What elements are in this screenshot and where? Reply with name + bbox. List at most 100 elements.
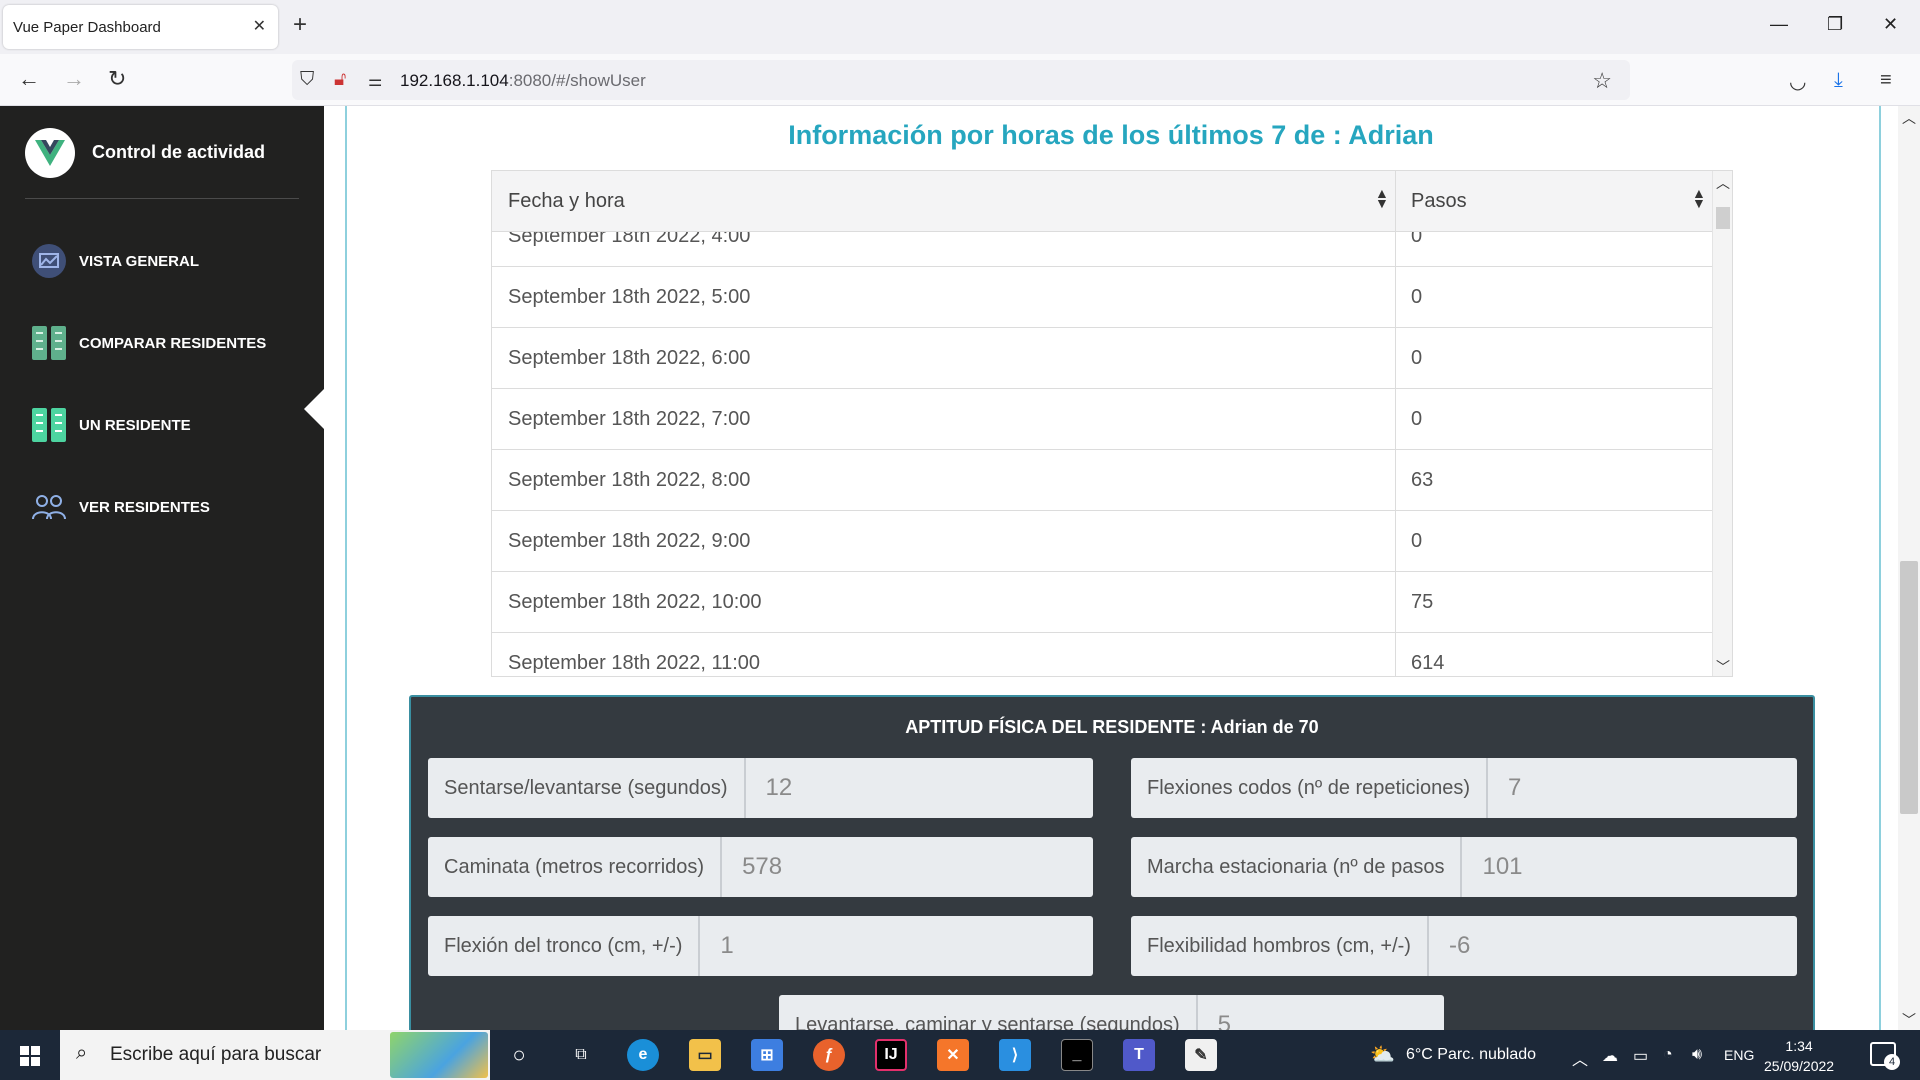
field-value[interactable]: 578 xyxy=(722,837,1093,897)
task-view-icon[interactable]: ⧉ xyxy=(565,1039,597,1071)
scroll-up-icon[interactable]: ︿ xyxy=(1902,108,1916,128)
weather-icon[interactable]: ⛅ xyxy=(1370,1042,1395,1067)
card-border-right xyxy=(1879,106,1881,1030)
browser-tab-bar: Vue Paper Dashboard ✕ + — ❐ ✕ xyxy=(0,0,1920,54)
back-icon[interactable]: ← xyxy=(18,67,40,91)
volume-icon[interactable]: 🔊︎ xyxy=(1692,1046,1702,1064)
scroll-down-icon[interactable]: ﹀ xyxy=(1902,1010,1916,1030)
forward-icon[interactable]: → xyxy=(63,67,85,91)
table-row: September 18th 2022, 5:00 0 xyxy=(492,267,1714,328)
close-window-icon[interactable]: ✕ xyxy=(1883,14,1898,35)
url-text[interactable]: 192.168.1.104:8080/#/showUser xyxy=(400,71,646,91)
minimize-icon[interactable]: — xyxy=(1770,14,1788,35)
file-explorer-icon[interactable]: ▭ xyxy=(689,1039,721,1071)
cell-steps: 63 xyxy=(1411,469,1434,491)
cell-datetime: September 18th 2022, 9:00 xyxy=(508,530,751,552)
download-icon[interactable]: ⤓ xyxy=(1834,69,1843,92)
hourly-steps-table[interactable]: September 18th 2022, 4:00 0 September 18… xyxy=(491,170,1733,677)
bookmark-star-icon[interactable]: ☆ xyxy=(1592,68,1612,94)
scroll-down-icon[interactable]: ﹀ xyxy=(1716,657,1730,676)
sidebar-item-vista-general[interactable]: VISTA GENERAL xyxy=(30,241,199,281)
column-header-steps[interactable]: Pasos xyxy=(1411,190,1467,213)
clock-date: 25/09/2022 xyxy=(1764,1058,1835,1074)
brand-title[interactable]: Control de actividad xyxy=(92,142,265,163)
sidebar-item-comparar-residentes[interactable]: COMPARAR RESIDENTES xyxy=(30,323,266,363)
wifi-icon[interactable]: ◔ xyxy=(1663,1046,1673,1064)
store-icon[interactable]: ⊞ xyxy=(751,1039,783,1071)
cell-steps: 614 xyxy=(1411,652,1445,674)
permissions-icon[interactable]: ⚌ xyxy=(368,71,382,91)
field-value[interactable]: 12 xyxy=(745,758,1093,818)
restore-icon[interactable]: ❐ xyxy=(1827,14,1843,35)
url-host: 192.168.1.104 xyxy=(400,71,509,90)
scroll-thumb[interactable] xyxy=(1716,207,1730,229)
close-tab-icon[interactable]: ✕ xyxy=(253,16,266,36)
notifications-count: 4 xyxy=(1884,1054,1900,1070)
clock[interactable]: 1:34 25/09/2022 xyxy=(1764,1036,1834,1076)
sort-icon[interactable]: ▲ ▼ xyxy=(1692,186,1706,210)
cell-datetime: September 18th 2022, 11:00 xyxy=(508,652,761,674)
menu-icon[interactable]: ≡ xyxy=(1880,69,1892,92)
checklist-compare-icon xyxy=(30,324,68,362)
reload-icon[interactable]: ↻ xyxy=(108,67,126,91)
new-tab-icon[interactable]: + xyxy=(293,13,307,37)
shield-icon[interactable]: ⛉ xyxy=(300,69,314,91)
sidebar-item-ver-residentes[interactable]: VER RESIDENTES xyxy=(30,487,210,527)
teams-icon[interactable]: T xyxy=(1123,1039,1155,1071)
field-caminata: Caminata (metros recorridos) 578 xyxy=(428,837,1093,897)
vue-logo-icon xyxy=(35,140,65,166)
sidebar-item-label: VER RESIDENTES xyxy=(79,498,210,516)
paint-icon[interactable]: ✎ xyxy=(1185,1039,1217,1071)
battery-icon[interactable]: ▭ xyxy=(1633,1046,1648,1066)
insecure-lock-icon[interactable]: 🔓︎ xyxy=(334,69,346,91)
field-sentarse: Sentarse/levantarse (segundos) 12 xyxy=(428,758,1093,818)
page-title: Información por horas de los últimos 7 d… xyxy=(788,120,1434,150)
firefox-icon[interactable]: ƒ xyxy=(813,1039,845,1071)
table-row: September 18th 2022, 7:00 0 xyxy=(492,389,1714,450)
intellij-icon[interactable]: IJ xyxy=(875,1039,907,1071)
cell-steps: 0 xyxy=(1411,408,1423,430)
field-value[interactable]: 5 xyxy=(1197,995,1444,1030)
field-label: Marcha estacionaria (nº de pasos xyxy=(1131,837,1463,897)
field-label: Flexión del tronco (cm, +/-) xyxy=(428,916,701,976)
vscode-icon[interactable]: ⟩ xyxy=(999,1039,1031,1071)
sort-icon[interactable]: ▲ ▼ xyxy=(1375,186,1389,210)
field-label: Flexiones codos (nº de repeticiones) xyxy=(1131,758,1489,818)
taskbar: ⌕ Escribe aquí para buscar ○ ⧉ e ▭ ⊞ ƒ I… xyxy=(0,1030,1920,1080)
xampp-icon[interactable]: ✕ xyxy=(937,1039,969,1071)
cell-datetime: September 18th 2022, 10:00 xyxy=(508,591,762,613)
field-value[interactable]: 7 xyxy=(1488,758,1797,818)
field-value[interactable]: -6 xyxy=(1428,916,1797,976)
tab-title: Vue Paper Dashboard xyxy=(13,18,161,36)
sidebar-item-label: UN RESIDENTE xyxy=(79,416,191,434)
sidebar-item-un-residente[interactable]: UN RESIDENTE xyxy=(30,405,191,445)
field-label: Flexibilidad hombros (cm, +/-) xyxy=(1131,916,1429,976)
sidebar: Control de actividad VISTA GENERAL COMPA… xyxy=(0,106,324,1030)
cortana-icon[interactable]: ○ xyxy=(503,1039,535,1071)
page-scrollbar[interactable]: ︿ ﹀ xyxy=(1898,106,1920,1030)
sidebar-item-label: VISTA GENERAL xyxy=(79,252,200,270)
language-indicator[interactable]: ENG xyxy=(1724,1047,1754,1063)
table-scrollbar[interactable]: ︿ ﹀ xyxy=(1712,171,1732,676)
field-value[interactable]: 101 xyxy=(1462,837,1797,897)
weather-text[interactable]: 6°C Parc. nublado xyxy=(1406,1046,1536,1064)
cell-steps: 0 xyxy=(1411,286,1423,308)
notifications-icon[interactable]: 4 xyxy=(1870,1042,1900,1070)
terminal-icon[interactable]: _ xyxy=(1061,1039,1093,1071)
scroll-thumb[interactable] xyxy=(1900,561,1918,814)
taskbar-search[interactable]: ⌕ Escribe aquí para buscar xyxy=(60,1030,490,1080)
onedrive-icon[interactable]: ☁ xyxy=(1602,1046,1618,1066)
edge-icon[interactable]: e xyxy=(627,1039,659,1071)
table-row: September 18th 2022, 10:00 75 xyxy=(492,572,1714,633)
vue-logo[interactable] xyxy=(25,128,75,178)
browser-tab[interactable]: Vue Paper Dashboard ✕ xyxy=(3,5,278,49)
dashboard-icon xyxy=(30,242,68,280)
pocket-icon[interactable]: ◡ xyxy=(1789,69,1806,94)
field-value[interactable]: 1 xyxy=(700,916,1093,976)
scroll-up-icon[interactable]: ︿ xyxy=(1716,173,1730,193)
address-bar[interactable]: ⛉ 🔓︎ ⚌ 192.168.1.104:8080/#/showUser ☆ xyxy=(292,60,1630,100)
search-placeholder: Escribe aquí para buscar xyxy=(110,1044,322,1065)
column-header-datetime[interactable]: Fecha y hora xyxy=(508,190,625,213)
windows-start-icon[interactable] xyxy=(20,1046,40,1066)
tray-chevron-icon[interactable]: ︿ xyxy=(1572,1046,1588,1070)
